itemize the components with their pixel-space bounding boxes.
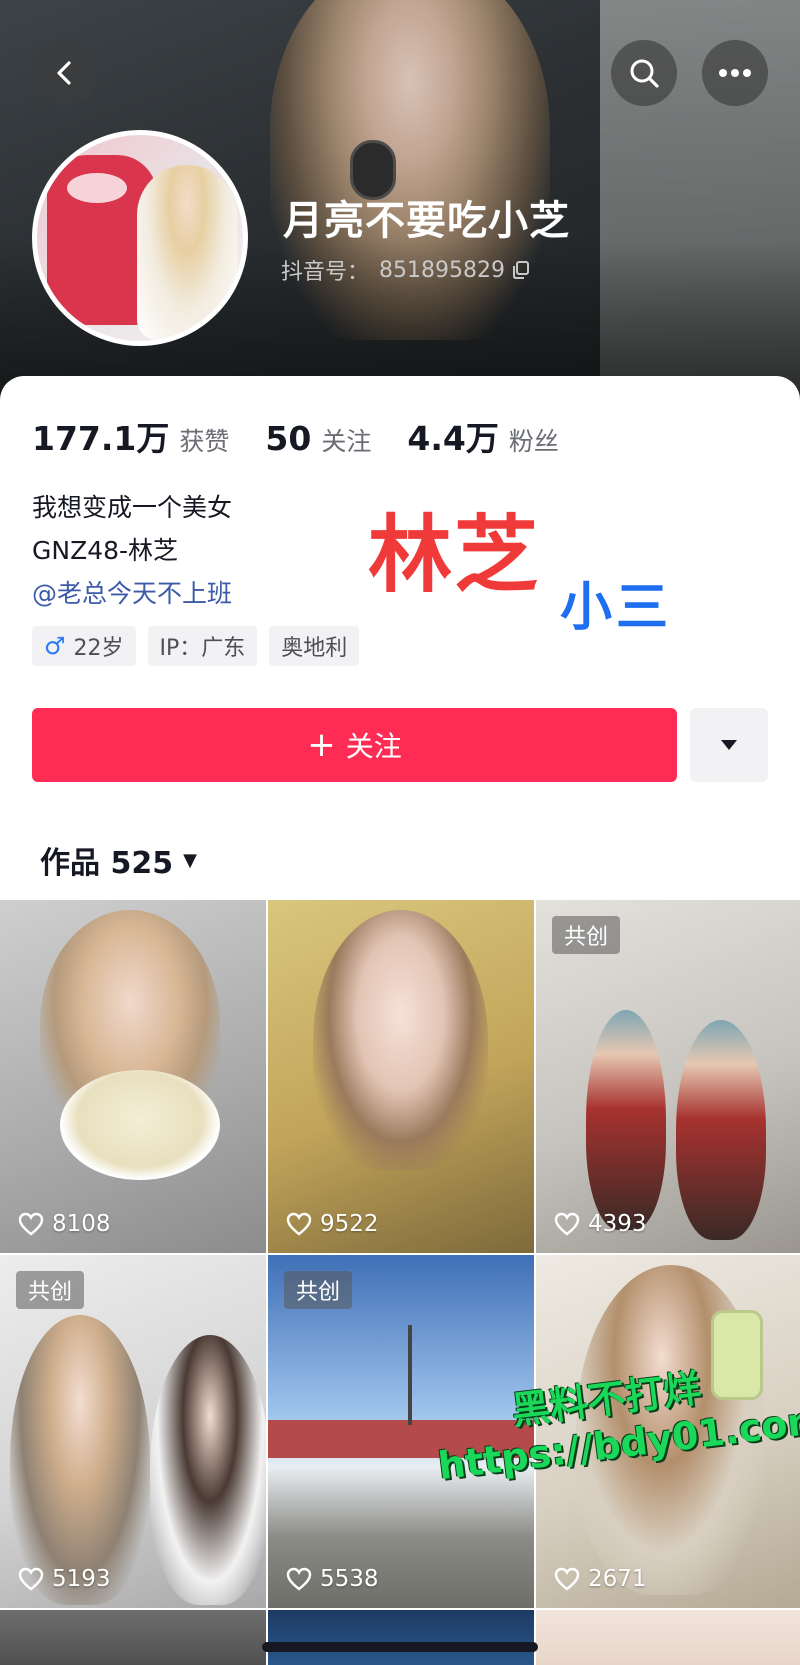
co-creation-badge: 共创: [284, 1271, 353, 1309]
video-thumbnail[interactable]: 共创 5193: [0, 1255, 266, 1608]
thumbnail-flagpole: [408, 1325, 412, 1425]
video-thumbnail[interactable]: [536, 1610, 800, 1665]
thumbnail-person: [586, 1010, 666, 1230]
male-icon: ♂: [44, 632, 66, 660]
stat-following-value: 50: [265, 419, 312, 458]
video-likes: 8108: [18, 1211, 111, 1237]
thumbnail-person: [10, 1315, 150, 1605]
tag-location[interactable]: 奥地利: [269, 626, 360, 666]
video-likes: 5538: [286, 1566, 379, 1592]
follow-button-label: 关注: [345, 730, 402, 763]
video-thumbnail[interactable]: 共创 4393: [536, 900, 800, 1253]
more-options-button[interactable]: [702, 40, 768, 106]
home-indicator[interactable]: [262, 1642, 538, 1652]
caret-down-icon: [721, 740, 737, 750]
thumbnail-person: [676, 1020, 766, 1240]
thumbnail-bowl: [60, 1070, 220, 1180]
video-likes-count: 5193: [52, 1566, 111, 1592]
tag-gender-age: ♂ 22岁: [32, 626, 136, 666]
heart-icon: [286, 1567, 312, 1591]
video-thumbnail[interactable]: [268, 1610, 534, 1665]
follow-button[interactable]: + 关注: [32, 708, 677, 782]
video-thumbnail[interactable]: 8108: [0, 900, 266, 1253]
more-dots-icon: [719, 69, 751, 77]
thumbnail-person: [313, 910, 488, 1170]
video-thumbnail[interactable]: [0, 1610, 266, 1665]
profile-tags: ♂ 22岁 IP：广东 奥地利: [32, 626, 360, 666]
video-likes: 4393: [554, 1211, 647, 1237]
heart-icon: [554, 1212, 580, 1236]
thumbnail-person: [150, 1335, 266, 1605]
douyin-id-value: 851895829: [379, 257, 505, 283]
video-likes-count: 9522: [320, 1211, 379, 1237]
search-icon: [630, 59, 659, 88]
chevron-left-icon: [57, 61, 71, 85]
video-likes: 2671: [554, 1566, 647, 1592]
stat-following-label: 关注: [321, 427, 372, 456]
tab-works[interactable]: 作品 525 ▼: [40, 838, 197, 882]
video-likes-count: 4393: [588, 1211, 647, 1237]
video-likes: 9522: [286, 1211, 379, 1237]
recommend-dropdown-button[interactable]: [690, 708, 768, 782]
profile-stats: 177.1万 获赞 50 关注 4.4万 粉丝: [32, 412, 595, 460]
stat-likes-label: 获赞: [179, 427, 230, 456]
video-likes-count: 2671: [588, 1566, 647, 1592]
video-likes-count: 5538: [320, 1566, 379, 1592]
tag-ip: IP：广东: [147, 626, 258, 666]
overlay-name-text: 林芝: [368, 506, 541, 604]
bio-line-1: 我想变成一个美女: [32, 493, 233, 522]
douyin-id[interactable]: 抖音号： 851895829: [281, 254, 531, 286]
avatar-person: [137, 165, 237, 340]
tab-works-label: 作品 525: [40, 846, 174, 881]
heart-icon: [18, 1212, 44, 1236]
douyin-id-label: 抖音号：: [281, 260, 370, 285]
plus-icon: +: [307, 725, 336, 765]
search-button[interactable]: [611, 40, 677, 106]
caret-down-icon: ▼: [183, 849, 197, 871]
stat-followers-label: 粉丝: [508, 427, 559, 456]
avatar[interactable]: [32, 130, 248, 346]
video-likes-count: 8108: [52, 1211, 111, 1237]
stat-followers[interactable]: 4.4万 粉丝: [407, 412, 558, 460]
video-thumbnail[interactable]: 9522: [268, 900, 534, 1253]
bio-mention-link[interactable]: @老总今天不上班: [32, 574, 232, 610]
stat-followers-value: 4.4万: [407, 419, 499, 458]
heart-icon: [18, 1567, 44, 1591]
tag-age: 22岁: [73, 636, 124, 661]
heart-icon: [286, 1212, 312, 1236]
video-likes: 5193: [18, 1566, 111, 1592]
overlay-tag-text: 小三: [560, 578, 673, 638]
heart-icon: [554, 1567, 580, 1591]
back-button[interactable]: [32, 40, 98, 106]
bio-line-2: GNZ48-林芝: [32, 536, 179, 565]
stat-likes[interactable]: 177.1万 获赞: [32, 412, 229, 460]
stat-likes-value: 177.1万: [32, 419, 170, 458]
co-creation-badge: 共创: [16, 1271, 85, 1309]
stat-following[interactable]: 50 关注: [265, 419, 371, 458]
copy-icon[interactable]: [511, 260, 531, 280]
username: 月亮不要吃小芝: [283, 198, 570, 244]
co-creation-badge: 共创: [552, 916, 621, 954]
